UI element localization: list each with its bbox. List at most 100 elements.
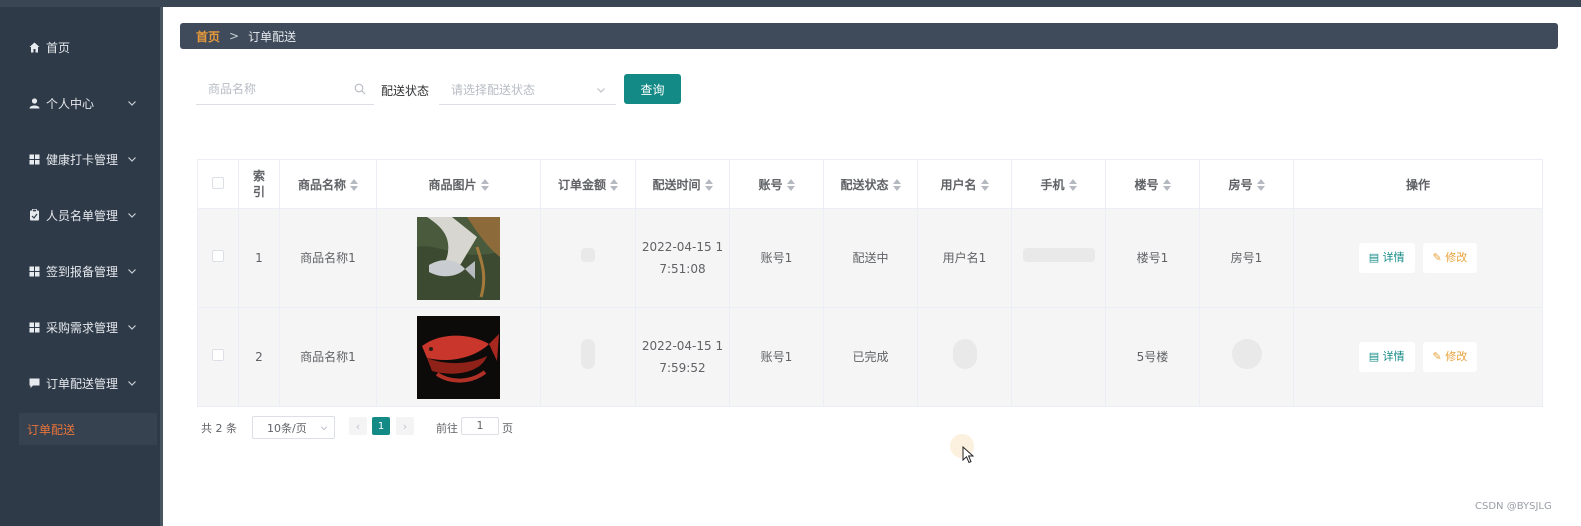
edit-button[interactable]: ✎ 修改 [1422,243,1478,273]
goto-label: 前往 [436,422,458,435]
delivery-status-cell: 配送中 [823,208,918,308]
redacted-username [952,338,977,369]
column-header-delivery-status[interactable]: 配送状态 [823,159,918,209]
product-name-cell: 商品名称1 [279,307,377,407]
sidebar-item-signin-report[interactable]: 签到报备管理 [0,243,160,299]
sidebar-item-label: 个人中心 [46,96,95,111]
account-cell: 账号1 [729,208,824,308]
document-icon: ▤ [1368,350,1383,363]
page-number-button[interactable]: 1 [372,417,390,435]
account-cell: 账号1 [729,307,824,407]
delivery-status-label: 配送状态 [381,84,430,98]
column-header-product-image[interactable]: 商品图片 [376,159,541,209]
query-button[interactable]: 查询 [624,74,681,104]
sidebar-divider [160,7,163,526]
sort-icon[interactable] [350,179,358,191]
delivery-status-select[interactable]: 请选择配送状态 [439,75,616,105]
column-header-phone[interactable]: 手机 [1011,159,1106,209]
table-header-row: 索 引 商品名称 商品图片 订单金额 配送时间 账号 配送状态 用户名 手机 楼… [197,159,1543,209]
room-cell [1199,307,1294,407]
sidebar-item-label: 健康打卡管理 [46,152,119,167]
page-size-value: 10条/页 [267,421,307,435]
goto-page-input[interactable]: 1 [461,417,499,435]
product-name-input[interactable] [196,75,346,103]
row-checkbox[interactable] [212,250,224,262]
sort-icon[interactable] [704,179,713,191]
grid-icon [28,265,40,277]
delivery-status-placeholder: 请选择配送状态 [451,83,536,97]
breadcrumb-home[interactable]: 首页 [196,28,220,45]
page-size-select[interactable]: 10条/页 [252,416,335,439]
sort-icon[interactable] [1068,179,1077,191]
sidebar-item-label: 人员名单管理 [46,208,119,223]
sort-icon[interactable] [786,179,795,191]
sidebar-item-personnel-list[interactable]: 人员名单管理 [0,187,160,243]
sidebar-item-home[interactable]: 首页 [0,19,160,75]
chevron-down-icon [128,325,136,330]
column-header-account[interactable]: 账号 [729,159,824,209]
mouse-cursor-icon [962,446,974,464]
chevron-down-icon [128,101,136,106]
column-header-username[interactable]: 用户名 [917,159,1012,209]
redacted-amount [581,338,595,369]
sidebar-item-health-checkin[interactable]: 健康打卡管理 [0,131,160,187]
sidebar: 首页 个人中心 健康打卡管理 人员名单管理 签到报备管理 采购需求管理 订单配送… [0,7,160,526]
row-checkbox[interactable] [212,349,224,361]
index-cell: 2 [238,307,280,407]
sidebar-item-label: 订单配送管理 [46,376,119,391]
prev-page-button[interactable]: ‹ [349,417,367,435]
edit-icon: ✎ [1432,251,1446,264]
edit-button[interactable]: ✎ 修改 [1422,342,1478,372]
column-header-order-amount[interactable]: 订单金额 [540,159,636,209]
clipboard-icon [28,209,40,221]
column-header-product-name[interactable]: 商品名称 [279,159,377,209]
delivery-time-cell: 2022-04-15 1 7:59:52 [635,307,730,407]
sidebar-item-order-delivery[interactable]: 订单配送管理 [0,355,160,411]
chat-icon [28,377,40,389]
next-page-button[interactable]: › [396,417,414,435]
chevron-left-icon: ‹ [355,419,361,433]
delivery-status-cell: 已完成 [823,307,918,407]
detail-button[interactable]: ▤ 详情 [1358,342,1415,372]
sort-icon[interactable] [1162,179,1171,191]
sort-icon[interactable] [892,179,901,191]
select-all-checkbox[interactable] [212,176,224,189]
search-icon[interactable] [354,83,366,95]
select-all-cell[interactable] [197,159,239,209]
home-icon [28,41,40,53]
order-delivery-table: 索 引 商品名称 商品图片 订单金额 配送时间 账号 配送状态 用户名 手机 楼… [197,159,1543,407]
row-select-cell[interactable] [197,307,239,407]
table-row: 1 商品名称1 2022-04-15 1 7:51:08 账号1 配送中 用户名1 [197,208,1543,308]
column-header-actions: 操作 [1293,159,1543,209]
column-header-room[interactable]: 房号 [1199,159,1294,209]
detail-button[interactable]: ▤ 详情 [1358,243,1415,273]
sort-icon[interactable] [1256,179,1265,191]
top-bar [0,0,1581,7]
row-select-cell[interactable] [197,208,239,308]
building-cell: 5号楼 [1105,307,1200,407]
product-image-cell [376,307,541,407]
grid-icon [28,153,40,165]
chevron-right-icon: › [402,419,408,433]
building-cell: 楼号1 [1105,208,1200,308]
sidebar-item-label: 采购需求管理 [46,320,119,335]
sidebar-item-label: 首页 [46,40,71,55]
sidebar-subitem-order-delivery[interactable]: 订单配送 [19,413,157,445]
column-header-delivery-time[interactable]: 配送时间 [635,159,730,209]
breadcrumb-current: 订单配送 [248,29,297,44]
sort-icon[interactable] [480,179,489,191]
product-name-search[interactable] [196,75,374,105]
table-row: 2 商品名称1 2022-04-15 17:59:52 账号1 已完成 5号楼 [197,307,1543,407]
column-header-building[interactable]: 楼号 [1105,159,1200,209]
room-cell: 房号1 [1199,208,1294,308]
order-amount-cell [540,307,636,407]
pagination-total: 共 2 条 [201,422,237,435]
username-cell [917,307,1012,407]
sort-icon[interactable] [610,179,618,191]
sidebar-item-purchase-demand[interactable]: 采购需求管理 [0,299,160,355]
chevron-down-icon [128,213,136,218]
product-image-fish-in-hand [417,216,500,300]
sidebar-item-personal-center[interactable]: 个人中心 [0,75,160,131]
sort-icon[interactable] [980,179,989,191]
breadcrumb-separator: > [229,29,240,43]
